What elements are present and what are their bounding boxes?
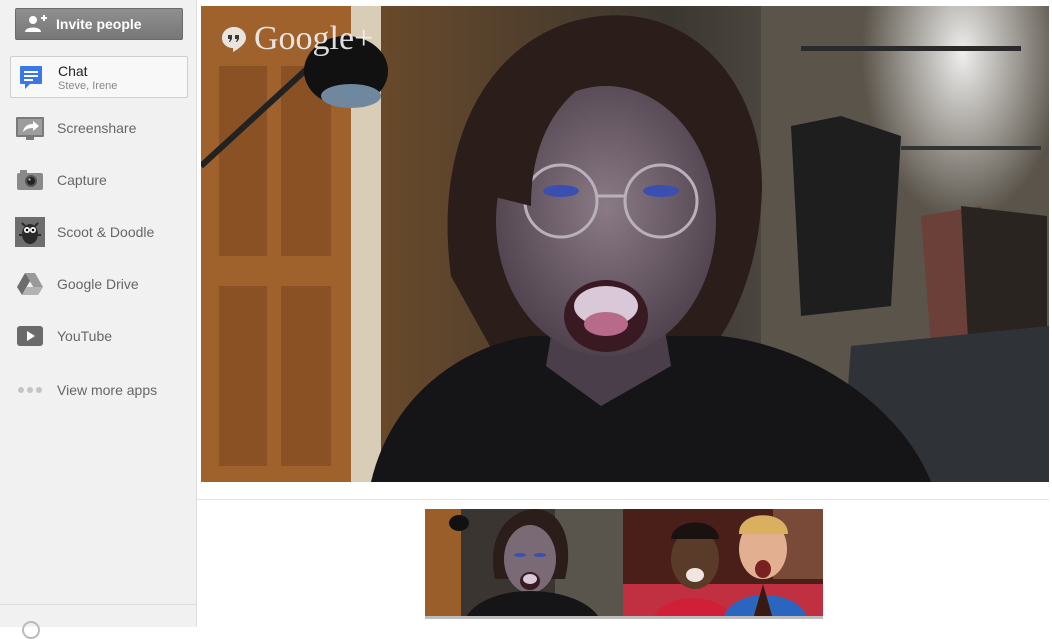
chat-participants: Steve, Irene — [58, 79, 118, 92]
sidebar-item-view-more-apps[interactable]: View more apps — [10, 369, 188, 411]
sidebar-item-google-drive-label: Google Drive — [57, 276, 139, 292]
drive-icon — [15, 271, 45, 297]
sidebar-item-screenshare[interactable]: Screenshare — [10, 107, 188, 149]
sidebar-footer — [0, 604, 196, 639]
sidebar-item-youtube-label: YouTube — [57, 328, 113, 344]
youtube-play-icon — [15, 323, 45, 349]
sidebar-item-google-drive[interactable]: Google Drive — [10, 263, 188, 305]
sidebar-item-chat[interactable]: Chat Steve, Irene — [10, 56, 188, 98]
sidebar-item-youtube[interactable]: YouTube — [10, 315, 188, 357]
google-plus-logo: Google+ — [221, 20, 373, 58]
sidebar-item-chat-label: Chat — [58, 62, 88, 79]
main-video-image — [201, 6, 1049, 482]
participant-thumbnail-1[interactable] — [425, 509, 623, 619]
invite-people-button[interactable]: Invite people — [15, 8, 183, 40]
participant-thumbnails — [425, 509, 823, 619]
hangouts-bubble-icon — [222, 27, 246, 52]
thumbnail-1-indicator — [425, 616, 623, 619]
settings-ring-icon[interactable] — [22, 621, 40, 639]
google-plus-logo-text: Google+ — [254, 20, 374, 57]
sidebar-item-capture-label: Capture — [57, 172, 107, 188]
add-person-icon — [24, 14, 48, 34]
invite-people-label: Invite people — [56, 16, 142, 32]
sidebar-item-view-more-apps-label: View more apps — [57, 382, 158, 398]
participant-thumbnail-2[interactable] — [623, 509, 823, 619]
sidebar-item-capture[interactable]: Capture — [10, 159, 188, 201]
doodle-monster-icon — [15, 217, 45, 247]
more-dots-icon — [15, 377, 45, 403]
sidebar-item-scoot-doodle-label: Scoot & Doodle — [57, 224, 155, 240]
video-divider — [197, 499, 1049, 500]
camera-icon — [15, 167, 45, 193]
main-video-feed[interactable]: Google+ — [201, 6, 1049, 482]
thumbnail-1-image — [425, 509, 623, 619]
screenshare-icon — [15, 115, 45, 141]
sidebar-item-screenshare-label: Screenshare — [57, 120, 137, 136]
thumbnail-2-image — [623, 509, 823, 619]
thumbnail-2-indicator — [623, 616, 823, 619]
apps-sidebar: Invite people Chat Steve, Irene Screensh… — [0, 0, 197, 639]
chat-icon — [16, 64, 46, 90]
sidebar-item-scoot-doodle[interactable]: Scoot & Doodle — [10, 211, 188, 253]
